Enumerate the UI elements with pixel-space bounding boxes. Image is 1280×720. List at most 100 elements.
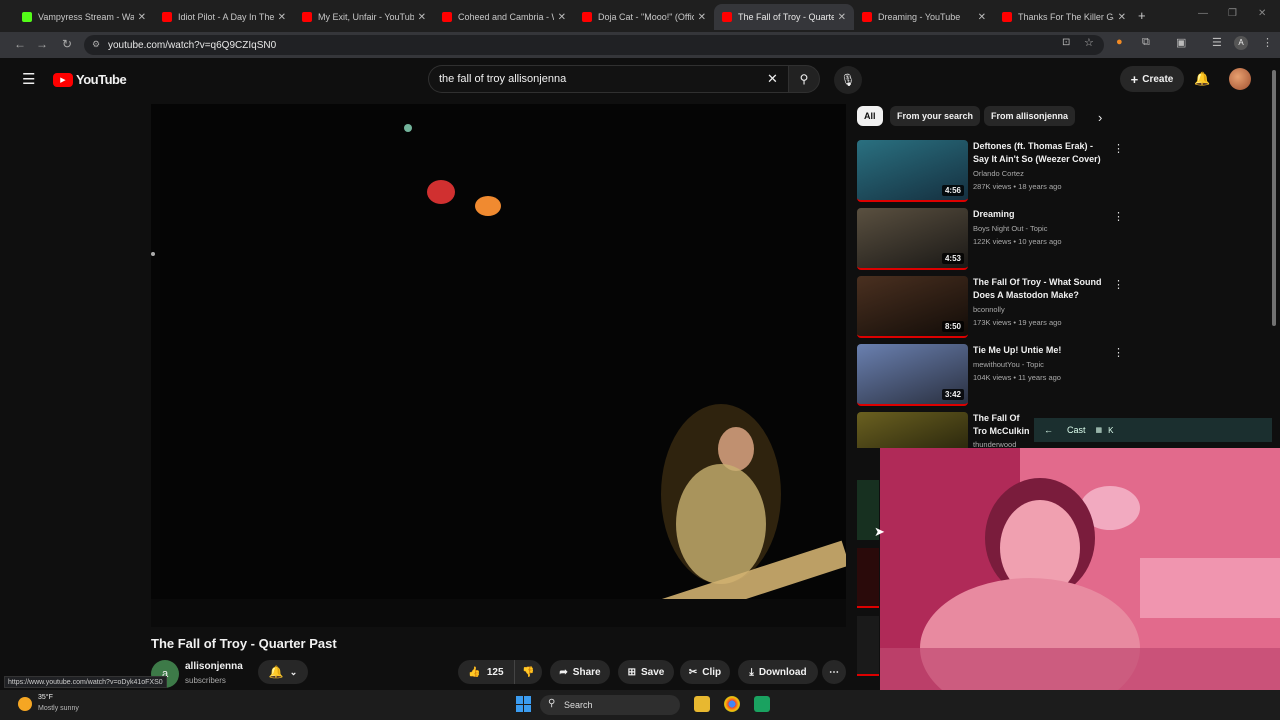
subscribe-notifications-button[interactable]: 🔔 ⌄ [258,660,308,684]
hamburger-menu-icon[interactable]: ☰ [22,70,35,88]
maximize-icon[interactable]: ❐ [1228,8,1237,19]
clip-button[interactable]: ✂ Clip [680,660,730,684]
close-tab-icon[interactable]: ✕ [418,12,426,23]
cast-media-icon[interactable]: ☰ [1212,36,1222,49]
video-thumbnail: 3:42 [857,344,968,406]
search-button[interactable]: ⚲ [788,65,820,93]
close-tab-icon[interactable]: ✕ [558,12,566,23]
create-button[interactable]: + Create [1120,66,1184,92]
channel-name[interactable]: allisonjenna [185,661,243,672]
recommendation-item[interactable]: 8:50 The Fall Of Troy - What Sound Does … [857,276,1127,340]
browser-tab[interactable]: My Exit, Unfair - YouTube ✕ [294,4,434,30]
browser-tab[interactable]: Dreaming - YouTube ✕ [854,4,994,30]
browser-tab[interactable]: Idiot Pilot - A Day In The L ✕ [154,4,294,30]
search-icon: ⚲ [799,72,809,86]
tab-title: Vampyress Stream - Watch [38,12,134,22]
recommendation-item[interactable]: 3:42 Tie Me Up! Untie Me! mewithoutYou -… [857,344,1127,408]
close-tab-icon[interactable]: ✕ [838,12,846,23]
chrome-icon[interactable] [724,696,740,712]
close-tab-icon[interactable]: ✕ [698,12,706,23]
close-window-icon[interactable]: ✕ [1258,8,1266,19]
profile-avatar-icon[interactable]: A [1234,36,1248,50]
extensions-puzzle-icon[interactable]: ⧉ [1142,36,1150,49]
voice-search-button[interactable]: 🎙 [834,66,862,94]
video-thumbnail[interactable] [857,616,879,676]
bell-icon: 🔔 [268,665,284,679]
webcam-overlay [880,448,1280,690]
dislike-button[interactable]: 👎 [514,660,542,684]
back-arrow-icon[interactable]: ← [1044,425,1053,435]
more-vertical-icon[interactable]: ⋮ [1113,210,1124,223]
close-tab-icon[interactable]: ✕ [138,12,146,23]
reload-icon[interactable]: ↻ [55,37,79,51]
chip-label: From allisonjenna [991,111,1069,121]
mouse-cursor-icon: ➤ [874,524,885,539]
youtube-header: ☰ ▶ YouTube the fall of troy allisonjenn… [0,58,1280,102]
browser-tab-active[interactable]: The Fall of Troy - Quarter P ✕ [714,4,854,30]
site-info-icon[interactable]: ⚙ [92,39,100,50]
minimize-icon[interactable]: — [1198,8,1208,19]
chip-from-channel[interactable]: From allisonjenna [984,106,1076,126]
youtube-favicon-icon [302,12,312,22]
weather-sun-icon[interactable] [18,697,32,711]
tab-title: Doja Cat - "Mooo!" (Offici [598,12,694,22]
download-icon: ⤓ [749,666,754,678]
more-actions-button[interactable]: ⋯ [822,660,846,684]
youtube-logo[interactable]: ▶ YouTube [53,72,127,87]
windows-start-icon[interactable] [516,696,532,712]
more-vertical-icon[interactable]: ⋮ [1113,346,1124,359]
bookmark-star-icon[interactable]: ☆ [1084,36,1094,49]
video-thumbnail: 4:56 [857,140,968,202]
chip-from-your-search[interactable]: From your search [890,106,981,126]
side-panel-icon[interactable]: ▣ [1176,36,1186,49]
extension-icon[interactable]: ● [1116,36,1123,48]
plus-icon: + [1130,71,1139,87]
chip-all[interactable]: All [857,106,883,126]
chevron-right-icon[interactable]: › [1098,110,1102,125]
like-button[interactable]: 👍 125 [458,660,514,684]
clear-search-icon[interactable]: ✕ [767,71,778,87]
save-button[interactable]: ⊞ Save [618,660,674,684]
recommendation-item[interactable]: 4:56 Deftones (ft. Thomas Erak) - Say It… [857,140,1127,204]
install-app-icon[interactable]: ⊡ [1062,37,1070,48]
recommendation-title: Dreaming [973,209,1015,219]
browser-tab[interactable]: Doja Cat - "Mooo!" (Offici ✕ [574,4,714,30]
browser-tab[interactable]: Thanks For The Killer Gam ✕ [994,4,1134,30]
forward-icon[interactable]: → [30,37,54,51]
recommendation-meta: 122K views • 10 years ago [973,237,1062,246]
more-vertical-icon[interactable]: ⋮ [1113,142,1124,155]
page-scrollbar[interactable] [1272,70,1276,326]
share-arrow-icon: ➦ [559,666,568,678]
search-input[interactable]: the fall of troy allisonjenna ✕ [428,65,788,93]
new-tab-icon[interactable]: + [1138,8,1146,23]
cast-toolbar[interactable]: ← Cast ▦ K [1034,418,1272,442]
notifications-bell-icon[interactable]: 🔔 [1194,71,1210,87]
file-explorer-icon[interactable] [694,696,710,712]
share-button[interactable]: ➦ Share [550,660,610,684]
recommendation-channel: thunderwood [973,440,1017,448]
video-thumbnail[interactable] [857,548,879,608]
close-tab-icon[interactable]: ✕ [978,12,986,23]
address-bar[interactable]: ⚙ youtube.com/watch?v=q6Q9CZIqSN0 [84,35,1104,55]
share-label: Share [572,666,601,678]
browser-menu-icon[interactable]: ⋮ [1262,36,1273,49]
more-vertical-icon[interactable]: ⋮ [1113,278,1124,291]
close-tab-icon[interactable]: ✕ [1118,12,1126,23]
recommendation-item[interactable]: 4:53 Dreaming Boys Night Out - Topic 122… [857,208,1127,272]
back-icon[interactable]: ← [8,37,32,51]
clip-label: Clip [702,666,722,678]
browser-tab[interactable]: Vampyress Stream - Watch ✕ [14,4,154,30]
taskbar-search[interactable]: ⚲ Search [540,695,680,715]
close-tab-icon[interactable]: ✕ [278,12,286,23]
tab-title: The Fall of Troy - Quarter P [738,12,834,22]
cast-label: Cast [1067,425,1086,435]
account-avatar[interactable] [1229,68,1251,90]
browser-tab[interactable]: Coheed and Cambria - Wi ✕ [434,4,574,30]
more-horizontal-icon: ⋯ [829,666,839,678]
obs-app-icon[interactable] [754,696,770,712]
weather-temperature: 35°F [38,694,53,701]
download-button[interactable]: ⤓ Download [738,660,818,684]
webcam-feed [880,448,1280,690]
video-player[interactable] [151,104,846,627]
microphone-icon: 🎙 [840,73,856,87]
